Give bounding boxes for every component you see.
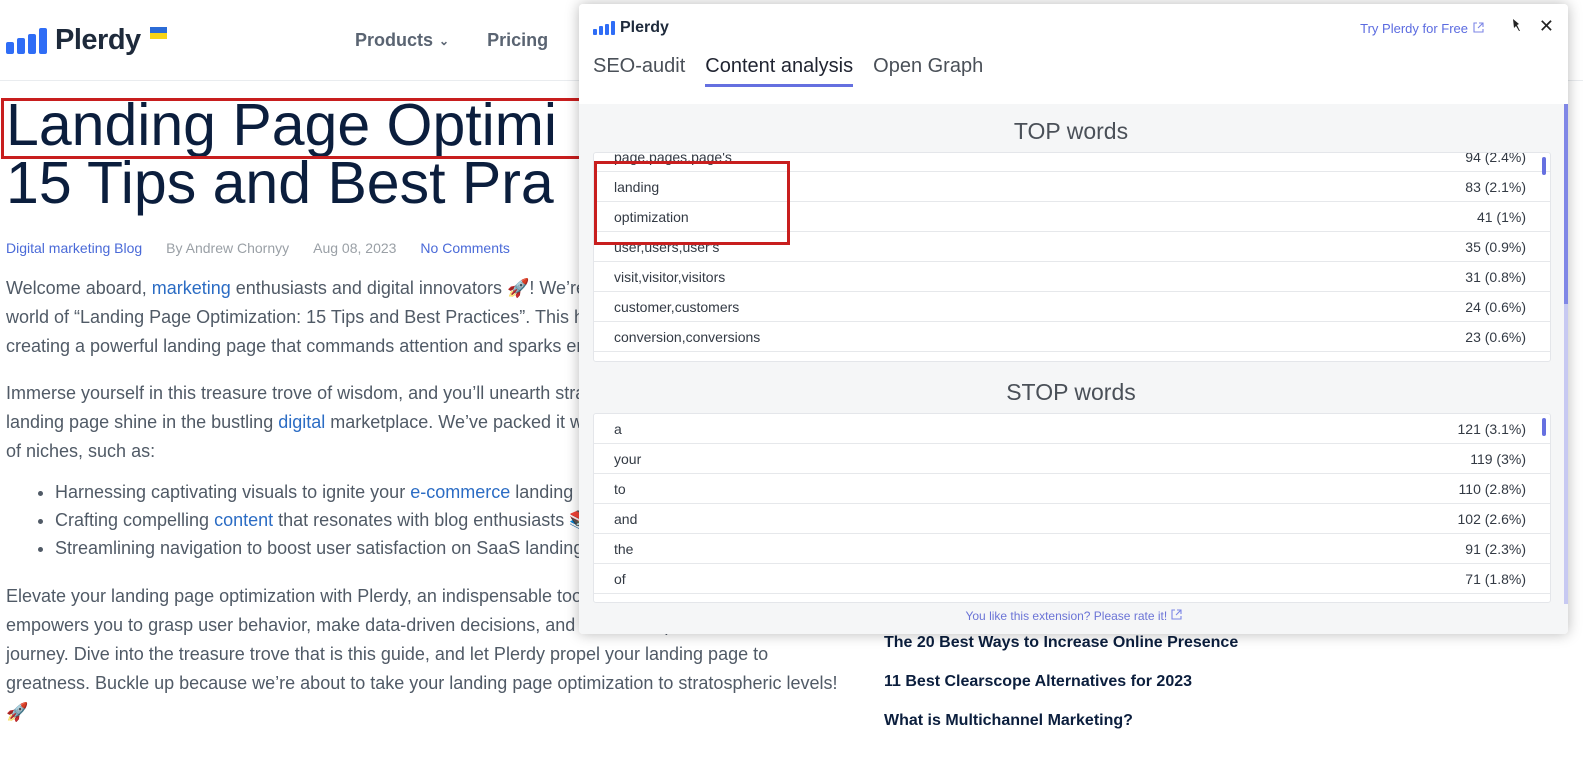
stop-words-list[interactable]: a 121 (3.1%) your 119 (3%) to 110 (2.8%) and 10… bbox=[593, 413, 1551, 603]
nav-item-label: Pricing bbox=[487, 30, 549, 50]
word-row: the 91 (2.3%) bbox=[594, 534, 1550, 564]
word-row: your 119 (3%) bbox=[594, 444, 1550, 474]
chevron-down-icon: ⌄ bbox=[439, 33, 450, 48]
external-link-icon bbox=[1170, 609, 1182, 623]
stop-words-title: STOP words bbox=[1006, 379, 1136, 405]
category-link[interactable]: Digital marketing Blog bbox=[6, 240, 142, 256]
panel-footer: You like this extension? Please rate it! bbox=[579, 604, 1568, 634]
text: marketplace. We’ve packed it w bbox=[325, 412, 584, 432]
word-row: to 110 (2.8%) bbox=[594, 474, 1550, 504]
word-count: 94 (2.4%) bbox=[1465, 152, 1526, 165]
pin-icon[interactable] bbox=[1510, 18, 1522, 36]
word-label: and bbox=[614, 510, 638, 527]
word-row: of 71 (1.8%) bbox=[594, 564, 1550, 594]
text: Crafting compelling bbox=[55, 510, 215, 530]
word-label: visit,visitor,visitors bbox=[614, 268, 726, 285]
word-row: visit,visitor,visitors 31 (0.8%) bbox=[594, 262, 1550, 292]
try-plerdy-link[interactable]: Try Plerdy for Free bbox=[1360, 21, 1484, 36]
external-link-icon bbox=[1473, 21, 1484, 36]
panel-scrollbar[interactable] bbox=[1564, 104, 1568, 604]
text: Elevate your landing page optimization w… bbox=[6, 586, 587, 606]
site-logo[interactable]: Plerdy bbox=[6, 24, 141, 57]
word-label: to bbox=[614, 480, 626, 497]
related-posts: The 20 Best Ways to Increase Online Pres… bbox=[884, 634, 1238, 751]
word-count: 23 (0.6%) bbox=[1465, 328, 1526, 345]
logo-bars-icon bbox=[6, 27, 47, 54]
text: Immerse yourself in this treasure trove … bbox=[6, 383, 586, 403]
panel-scrollbar-thumb[interactable] bbox=[1564, 104, 1568, 304]
tab-seo-audit[interactable]: SEO-audit bbox=[593, 55, 685, 87]
text: world of “Landing Page Optimization: 15 … bbox=[6, 307, 584, 327]
word-label: conversion,conversions bbox=[614, 328, 761, 345]
word-count: 110 (2.8%) bbox=[1458, 480, 1526, 497]
related-post-link[interactable]: What is Multichannel Marketing? bbox=[884, 712, 1238, 751]
try-plerdy-label: Try Plerdy for Free bbox=[1360, 21, 1468, 36]
text: of niches, such as: bbox=[6, 441, 156, 461]
top-words-highlight-box bbox=[594, 161, 790, 245]
ecommerce-link[interactable]: e-commerce bbox=[410, 482, 510, 502]
text: enthusiasts and digital innovators 🚀! We… bbox=[230, 278, 587, 298]
nav-item-label: Products bbox=[355, 30, 434, 50]
ukraine-flag-icon bbox=[150, 27, 167, 39]
comments-link[interactable]: No Comments bbox=[420, 240, 509, 256]
text: landing page shine in the bustling bbox=[6, 412, 279, 432]
list-scrollbar[interactable] bbox=[1542, 418, 1546, 436]
word-count: 121 (3.1%) bbox=[1457, 420, 1526, 437]
panel-logo-text: Plerdy bbox=[620, 19, 669, 36]
logo-bars-icon bbox=[593, 21, 615, 35]
text: journey. Dive into the treasure trove th… bbox=[6, 644, 769, 664]
word-count: 31 (0.8%) bbox=[1465, 268, 1526, 285]
rate-extension-link[interactable]: You like this extension? Please rate it! bbox=[965, 609, 1167, 623]
site-logo-text: Plerdy bbox=[55, 24, 141, 56]
word-count: 83 (2.1%) bbox=[1465, 178, 1526, 195]
word-count: 71 (1.8%) bbox=[1465, 570, 1526, 587]
author: By Andrew Chornyy bbox=[166, 240, 290, 256]
text: greatness. Buckle up because we’re about… bbox=[6, 673, 838, 693]
word-label: a bbox=[614, 420, 622, 437]
word-row: conversion,conversions 23 (0.6%) bbox=[594, 322, 1550, 352]
text: creating a powerful landing page that co… bbox=[6, 336, 587, 356]
nav-item-products[interactable]: Products ⌄ bbox=[355, 30, 449, 51]
word-row: and 102 (2.6%) bbox=[594, 504, 1550, 534]
word-row: a 121 (3.1%) bbox=[594, 414, 1550, 444]
close-icon[interactable]: ✕ bbox=[1539, 17, 1554, 35]
word-count: 35 (0.9%) bbox=[1465, 238, 1526, 255]
word-label: of bbox=[614, 570, 626, 587]
word-label: your bbox=[614, 450, 642, 467]
word-count: 119 (3%) bbox=[1470, 450, 1526, 467]
plerdy-extension-panel: Plerdy Try Plerdy for Free ✕ SEO-audit C… bbox=[579, 4, 1568, 634]
related-post-link[interactable]: The 20 Best Ways to Increase Online Pres… bbox=[884, 634, 1238, 673]
text: Streamlining navigation to boost user sa… bbox=[55, 538, 584, 558]
tab-open-graph[interactable]: Open Graph bbox=[873, 55, 983, 87]
nav-item-pricing[interactable]: Pricing bbox=[487, 30, 548, 51]
tab-content-analysis[interactable]: Content analysis bbox=[705, 55, 854, 87]
text: that resonates with blog enthusiasts 📚 bbox=[273, 510, 592, 530]
word-row: customer,customers 24 (0.6%) bbox=[594, 292, 1550, 322]
panel-header: Plerdy Try Plerdy for Free ✕ SEO-audit C… bbox=[579, 4, 1568, 104]
text: Welcome aboard, bbox=[6, 278, 152, 298]
rocket-emoji: 🚀 bbox=[6, 702, 29, 722]
main-nav: Products ⌄ Pricing U bbox=[355, 30, 599, 51]
content-link[interactable]: content bbox=[214, 510, 273, 530]
digital-link[interactable]: digital bbox=[278, 412, 325, 432]
word-count: 102 (2.6%) bbox=[1457, 510, 1526, 527]
word-label: the bbox=[614, 540, 634, 557]
word-count: 41 (1%) bbox=[1476, 208, 1526, 225]
title-highlight-box bbox=[1, 98, 593, 159]
related-post-link[interactable]: 11 Best Clearscope Alternatives for 2023 bbox=[884, 673, 1238, 712]
panel-tabs: SEO-audit Content analysis Open Graph bbox=[593, 55, 983, 87]
marketing-link[interactable]: marketing bbox=[152, 278, 231, 298]
list-scrollbar[interactable] bbox=[1542, 157, 1546, 175]
text: landing p bbox=[510, 482, 589, 502]
top-words-title: TOP words bbox=[1013, 118, 1129, 144]
word-label: customer,customers bbox=[614, 298, 740, 315]
panel-logo: Plerdy bbox=[593, 19, 669, 37]
date: Aug 08, 2023 bbox=[313, 240, 397, 256]
word-count: 91 (2.3%) bbox=[1465, 540, 1526, 557]
word-count: 24 (0.6%) bbox=[1465, 298, 1526, 315]
text: Harnessing captivating visuals to ignite… bbox=[55, 482, 411, 502]
